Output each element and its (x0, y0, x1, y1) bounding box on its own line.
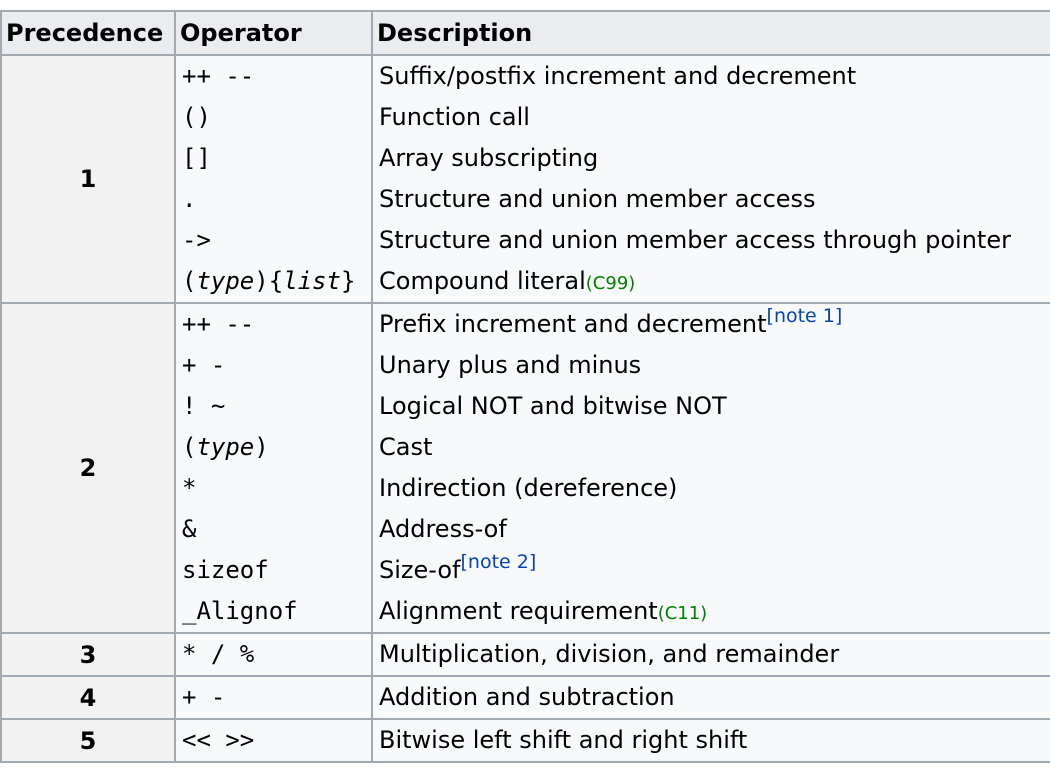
note-1-link[interactable]: [note 1] (767, 305, 843, 327)
operator: _Alignof (182, 597, 298, 625)
table-row: 5 << >> Bitwise left shift and right shi… (0, 718, 1050, 763)
operator: -> (182, 226, 211, 254)
description: Suffix/postfix increment and decrement (379, 62, 857, 90)
operator-cell: ++ -- () [] . -> (type){list} (174, 54, 373, 304)
description-line: Prefix increment and decrement[note 1] (379, 304, 1050, 345)
precedence-cell: 3 (0, 632, 176, 677)
header-operator: Operator (174, 10, 373, 56)
precedence-cell: 1 (0, 54, 176, 304)
description-line: Size-of[note 2] (379, 550, 1050, 591)
description: Alignment requirement (379, 597, 658, 625)
operator: ++ -- (182, 62, 255, 90)
description: Addition and subtraction (379, 683, 675, 711)
note-2-link[interactable]: [note 2] (461, 551, 537, 573)
c11-standard-tag: (C11) (657, 603, 708, 624)
operator-part: ){ (254, 267, 284, 295)
operator: . (182, 185, 197, 213)
operator-part: ) (254, 433, 269, 461)
operator-cell: + - (174, 675, 373, 720)
description-line: Alignment requirement(C11) (379, 591, 1050, 632)
precedence-cell: 5 (0, 718, 176, 763)
description-cell: Suffix/postfix increment and decrement F… (371, 54, 1050, 304)
description: Function call (379, 103, 530, 131)
operator: ! ~ (182, 392, 226, 420)
operator: (type){list} (182, 261, 365, 302)
description: Logical NOT and bitwise NOT (379, 392, 727, 420)
table-row: 4 + - Addition and subtraction (0, 675, 1050, 720)
description-cell: Bitwise left shift and right shift (371, 718, 1050, 763)
operator: ++ -- (182, 310, 255, 338)
description-cell: Prefix increment and decrement[note 1] U… (371, 302, 1050, 634)
description-cell: Addition and subtraction (371, 675, 1050, 720)
description-cell: Multiplication, division, and remainder (371, 632, 1050, 677)
operator: (type) (182, 427, 365, 468)
operator-cell: << >> (174, 718, 373, 763)
operator: * / % (182, 640, 255, 668)
description-line: Compound literal(C99) (379, 261, 1050, 302)
table-header-row: Precedence Operator Description (0, 10, 1050, 56)
description: Array subscripting (379, 144, 599, 172)
operator-cell: * / % (174, 632, 373, 677)
operator: << >> (182, 726, 255, 754)
operator-cell: ++ -- + - ! ~ (type) * & sizeof _Alignof (174, 302, 373, 634)
operator: + - (182, 351, 226, 379)
table-row: 1 ++ -- () [] . -> (type){list} Suffix/p… (0, 54, 1050, 304)
operator: + - (182, 683, 226, 711)
description: Cast (379, 433, 433, 461)
description: Structure and union member access (379, 185, 816, 213)
operator: sizeof (182, 556, 269, 584)
operator: * (182, 474, 197, 502)
operator-part: ( (182, 267, 197, 295)
table-row: 2 ++ -- + - ! ~ (type) * & sizeof _Align… (0, 302, 1050, 634)
description: Indirection (dereference) (379, 474, 678, 502)
operator: () (182, 103, 211, 131)
description: Bitwise left shift and right shift (379, 726, 748, 754)
operator: [] (182, 144, 211, 172)
header-precedence: Precedence (0, 10, 176, 56)
operator-part: list (283, 267, 341, 295)
description: Multiplication, division, and remainder (379, 640, 840, 668)
description: Size-of (379, 556, 461, 584)
operator-part: ( (182, 433, 197, 461)
description: Address-of (379, 515, 507, 543)
operator: & (182, 515, 197, 543)
description: Prefix increment and decrement (379, 310, 767, 338)
page-content: Precedence Operator Description 1 ++ -- … (0, 10, 1050, 768)
header-description: Description (371, 10, 1050, 56)
description: Structure and union member access throug… (379, 226, 1011, 254)
table-row: 3 * / % Multiplication, division, and re… (0, 632, 1050, 677)
operator-part: } (340, 267, 356, 295)
operator-part: type (196, 267, 255, 295)
description: Unary plus and minus (379, 351, 642, 379)
precedence-cell: 2 (0, 302, 176, 634)
description: Compound literal (379, 267, 586, 295)
precedence-cell: 4 (0, 675, 176, 720)
operator-precedence-table: Precedence Operator Description 1 ++ -- … (0, 10, 1050, 763)
c99-standard-tag: (C99) (585, 273, 636, 294)
operator-part: type (196, 433, 255, 461)
